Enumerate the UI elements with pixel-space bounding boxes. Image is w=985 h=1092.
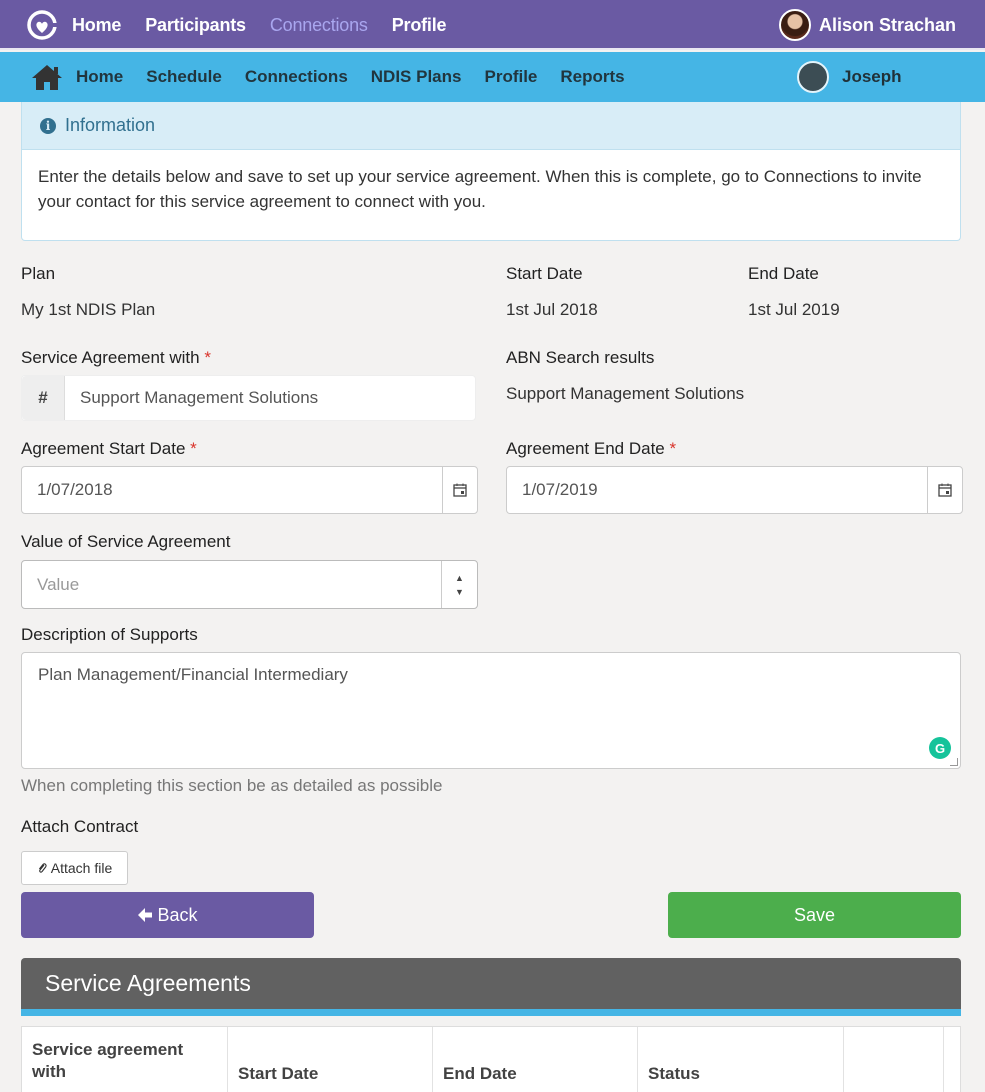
- attach-contract-label: Attach Contract: [21, 817, 139, 836]
- top-navbar: Home Participants Connections Profile Al…: [0, 0, 985, 50]
- spin-up-icon[interactable]: ▲: [455, 571, 464, 585]
- sub-nav-ndis-plans[interactable]: NDIS Plans: [371, 67, 462, 87]
- service-agreement-with-value: Support Management Solutions: [80, 388, 319, 407]
- service-agreements-table: Service agreement with Start Date End Da…: [21, 1026, 961, 1092]
- agreement-start-date-value: 1/07/2018: [37, 480, 113, 499]
- plan-label: Plan: [21, 264, 56, 283]
- sub-nav-schedule[interactable]: Schedule: [146, 67, 222, 87]
- information-heading: i Information: [22, 102, 960, 150]
- information-body: Enter the details below and save to set …: [38, 167, 922, 211]
- calendar-icon[interactable]: [442, 467, 477, 513]
- abn-search-value: Support Management Solutions: [506, 384, 745, 403]
- required-mark: *: [190, 439, 197, 458]
- agreement-end-label: Agreement End Date *: [506, 439, 676, 459]
- abn-search-label: ABN Search results: [506, 348, 655, 367]
- participant-name: Joseph: [842, 67, 902, 86]
- service-agreement-with-field[interactable]: # Support Management Solutions: [21, 375, 476, 421]
- sub-nav-connections[interactable]: Connections: [245, 67, 348, 87]
- information-panel: i Information Enter the details below an…: [21, 102, 961, 241]
- agreement-end-date-value: 1/07/2019: [522, 480, 598, 499]
- back-button-label: Back: [157, 904, 198, 925]
- service-agreements-title: Service Agreements: [45, 970, 251, 996]
- secondary-nav: Home Schedule Connections NDIS Plans Pro…: [76, 52, 648, 102]
- service-agreements-header: Service Agreements: [21, 958, 961, 1016]
- column-header-actions: [844, 1027, 944, 1092]
- spin-down-icon[interactable]: ▼: [455, 585, 464, 599]
- description-textarea[interactable]: Plan Management/Financial Intermediary G: [21, 652, 961, 769]
- description-help-text: When completing this section be as detai…: [21, 776, 443, 795]
- column-header-end-date[interactable]: End Date: [433, 1027, 638, 1092]
- attach-file-button[interactable]: Attach file: [21, 851, 128, 885]
- column-header-start-date[interactable]: Start Date: [228, 1027, 433, 1092]
- app-logo-icon[interactable]: [26, 9, 58, 41]
- description-label: Description of Supports: [21, 625, 198, 644]
- arrow-left-icon: [138, 908, 153, 922]
- value-placeholder: Value: [37, 574, 80, 594]
- number-spinner[interactable]: ▲ ▼: [441, 561, 477, 608]
- agreement-end-date-input[interactable]: 1/07/2019: [506, 466, 963, 514]
- agreement-start-label-text: Agreement Start Date: [21, 439, 186, 458]
- sub-nav-profile[interactable]: Profile: [484, 67, 537, 87]
- end-date-label: End Date: [748, 264, 819, 283]
- service-agreement-with-label: Service Agreement with *: [21, 348, 211, 368]
- column-header-status[interactable]: Status: [638, 1027, 844, 1092]
- home-icon[interactable]: [30, 63, 64, 91]
- top-nav-connections[interactable]: Connections: [270, 15, 368, 36]
- start-date-value: 1st Jul 2018: [506, 300, 598, 319]
- participant-menu[interactable]: Joseph: [797, 60, 902, 94]
- start-date-label: Start Date: [506, 264, 583, 283]
- top-nav-home[interactable]: Home: [72, 15, 121, 36]
- value-input[interactable]: Value ▲ ▼: [21, 560, 478, 609]
- value-label: Value of Service Agreement: [21, 532, 231, 551]
- top-user-name: Alison Strachan: [818, 14, 956, 35]
- sub-nav-reports[interactable]: Reports: [560, 67, 624, 87]
- secondary-navbar: Home Schedule Connections NDIS Plans Pro…: [0, 52, 985, 102]
- required-mark: *: [204, 348, 211, 367]
- paperclip-icon: [38, 863, 47, 873]
- agreement-end-label-text: Agreement End Date: [506, 439, 665, 458]
- back-button[interactable]: Back: [21, 892, 314, 938]
- top-nav: Home Participants Connections Profile: [72, 0, 470, 50]
- plan-value: My 1st NDIS Plan: [21, 300, 156, 319]
- sub-nav-home[interactable]: Home: [76, 67, 123, 87]
- description-value: Plan Management/Financial Intermediary: [38, 665, 348, 684]
- top-nav-participants[interactable]: Participants: [145, 15, 246, 36]
- abn-hash-addon: #: [22, 376, 65, 420]
- end-date-value: 1st Jul 2019: [748, 300, 840, 319]
- top-nav-profile[interactable]: Profile: [392, 15, 447, 36]
- information-title: Information: [65, 115, 156, 135]
- participant-avatar: [797, 61, 829, 93]
- top-user-menu[interactable]: Alison Strachan: [778, 8, 956, 42]
- info-circle-icon: i: [40, 117, 56, 134]
- resize-handle-icon[interactable]: [950, 758, 958, 766]
- agreement-start-date-input[interactable]: 1/07/2018: [21, 466, 478, 514]
- grammarly-icon[interactable]: G: [929, 737, 951, 759]
- column-header-service-agreement-with[interactable]: Service agreement with: [22, 1027, 228, 1092]
- service-agreement-with-label-text: Service Agreement with: [21, 348, 200, 367]
- calendar-icon[interactable]: [927, 467, 962, 513]
- user-avatar: [778, 9, 811, 41]
- required-mark: *: [669, 439, 677, 458]
- attach-file-label: Attach file: [50, 860, 113, 876]
- save-button[interactable]: Save: [668, 892, 961, 938]
- agreement-start-label: Agreement Start Date *: [21, 439, 197, 459]
- save-button-label: Save: [793, 904, 836, 925]
